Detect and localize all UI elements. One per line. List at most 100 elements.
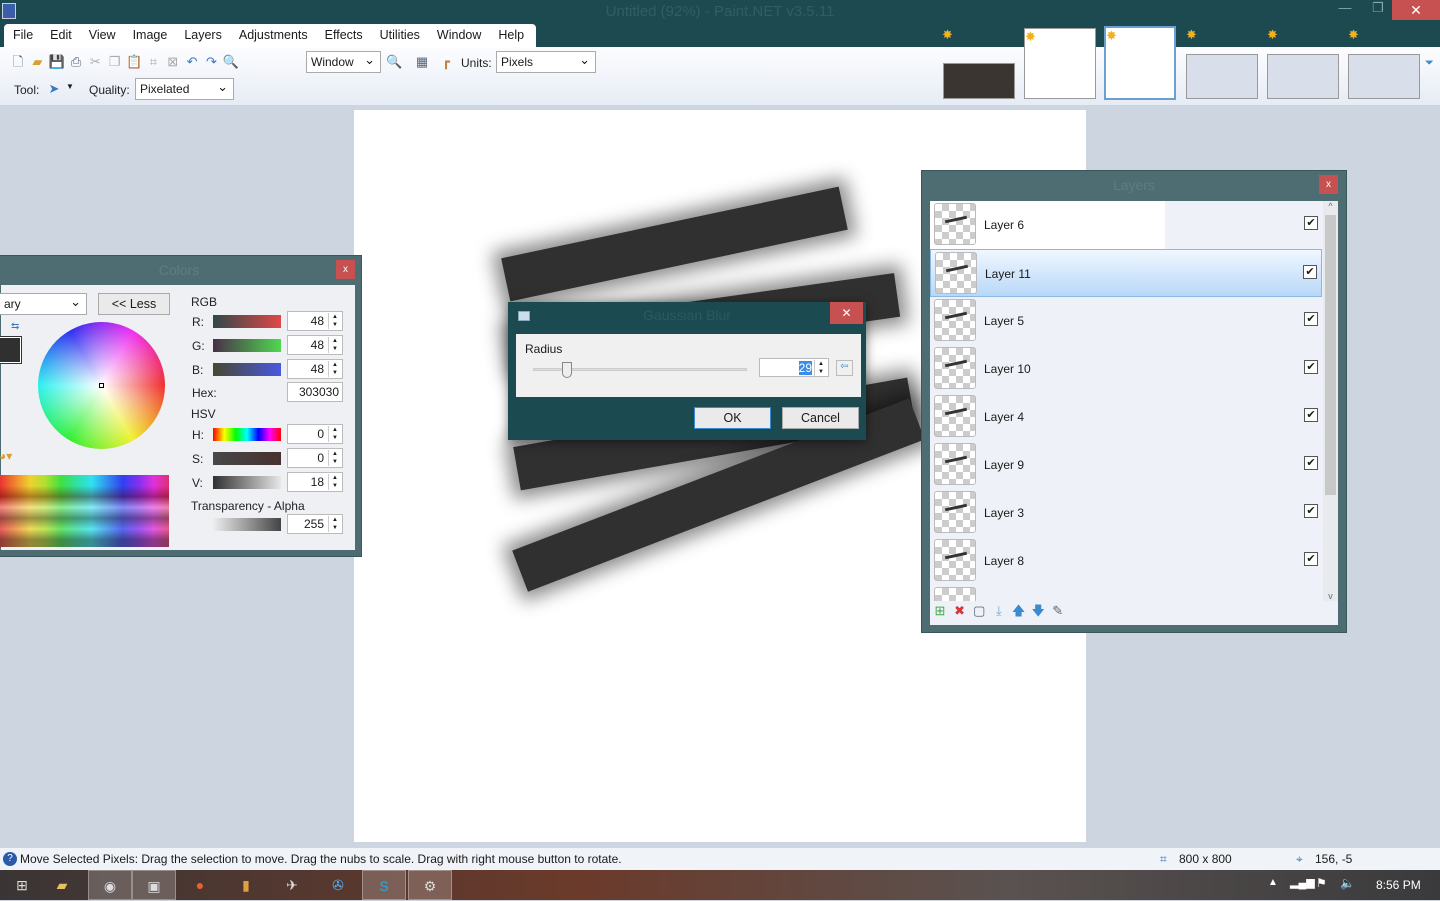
print-icon[interactable]: ⎙: [68, 54, 84, 70]
new-icon[interactable]: 🗋: [10, 54, 26, 70]
minimize-button[interactable]: —: [1335, 0, 1355, 20]
hex-input[interactable]: 303030: [287, 382, 343, 402]
layers-scrollbar[interactable]: ^ v: [1323, 201, 1338, 601]
add-layer-icon[interactable]: ⊞: [932, 603, 948, 619]
zoom-out-icon[interactable]: 🔍: [223, 54, 239, 70]
layer-visibility-checkbox[interactable]: ✔: [1304, 360, 1318, 374]
layers-close-button[interactable]: x: [1319, 175, 1338, 194]
alpha-input[interactable]: 255 ▲ ▼: [287, 514, 343, 534]
saturation-slider[interactable]: [213, 452, 281, 465]
merge-layer-down-icon[interactable]: ⤓: [991, 603, 1007, 619]
layer-visibility-checkbox[interactable]: ✔: [1304, 216, 1318, 230]
layer-visibility-checkbox[interactable]: ✔: [1304, 504, 1318, 518]
layer-row[interactable]: Layer 4 ✔: [930, 393, 1322, 441]
value-slider[interactable]: [213, 476, 281, 489]
image-tab-2[interactable]: ✸: [1024, 28, 1096, 99]
reset-radius-icon[interactable]: ⇦: [836, 360, 853, 376]
paint-net-icon[interactable]: ▣: [132, 870, 176, 900]
layer-visibility-checkbox[interactable]: ✔: [1304, 552, 1318, 566]
restore-button[interactable]: ❐: [1368, 0, 1388, 20]
file-explorer-icon[interactable]: ▰: [40, 870, 84, 900]
menu-edit[interactable]: Edit: [41, 24, 80, 42]
zoom-in-icon[interactable]: 🔍: [386, 54, 402, 70]
plane-icon[interactable]: ✈: [270, 870, 314, 900]
layer-visibility-checkbox[interactable]: ✔: [1303, 265, 1317, 279]
save-icon[interactable]: 💾: [49, 54, 65, 70]
image-tab-3-active[interactable]: ✸: [1104, 26, 1176, 100]
deselect-icon[interactable]: ⊠: [165, 54, 181, 70]
signal-icon[interactable]: ▂▄▆: [1290, 876, 1315, 889]
grid-icon[interactable]: ▦: [414, 54, 430, 70]
palette-icon[interactable]: ◕▾: [0, 449, 12, 463]
move-selection-tool-icon[interactable]: ➤: [46, 81, 62, 97]
less-button[interactable]: << Less: [98, 293, 170, 315]
blue-input[interactable]: 48 ▲ ▼: [287, 359, 343, 379]
alpha-slider[interactable]: [213, 518, 281, 531]
color-wheel-cursor[interactable]: [99, 383, 104, 388]
swap-colors-icon[interactable]: ⇆: [11, 321, 19, 332]
layer-row[interactable]: Layer 10 ✔: [930, 345, 1322, 393]
crop-icon[interactable]: ⌗: [145, 54, 161, 70]
saturation-input[interactable]: 0 ▲ ▼: [287, 448, 343, 468]
menu-image[interactable]: Image: [124, 24, 176, 42]
menu-window[interactable]: Window: [428, 24, 489, 42]
action-center-flag-icon[interactable]: ⚑: [1316, 876, 1327, 890]
cancel-button[interactable]: Cancel: [782, 407, 859, 429]
red-slider[interactable]: [213, 315, 281, 328]
network-app-icon[interactable]: ✇: [316, 870, 360, 900]
green-input[interactable]: 48 ▲ ▼: [287, 335, 343, 355]
volume-icon[interactable]: 🔈: [1340, 876, 1355, 890]
layer-row[interactable]: Layer 8 ✔: [930, 537, 1322, 585]
layer-row-partial[interactable]: [930, 585, 1322, 601]
copy-icon[interactable]: ❐: [107, 54, 123, 70]
close-window-button[interactable]: ✕: [1392, 0, 1440, 20]
menu-effects[interactable]: Effects: [316, 24, 371, 42]
green-slider[interactable]: [213, 339, 281, 352]
primary-color-swatch[interactable]: [0, 336, 22, 364]
move-layer-down-icon[interactable]: 🡇: [1030, 603, 1046, 619]
steam-icon[interactable]: ⚙: [408, 870, 452, 900]
chrome-icon[interactable]: ◉: [88, 870, 132, 900]
move-layer-up-icon[interactable]: 🡅: [1011, 603, 1027, 619]
thumbnail-overflow-icon[interactable]: ⏷: [1425, 57, 1434, 70]
colors-close-button[interactable]: x: [336, 260, 355, 279]
layer-row[interactable]: Layer 9 ✔: [930, 441, 1322, 489]
image-tab-6[interactable]: [1348, 54, 1420, 99]
quality-select[interactable]: Pixelated: [135, 78, 234, 100]
value-input[interactable]: 18 ▲ ▼: [287, 472, 343, 492]
menu-help[interactable]: Help: [489, 24, 532, 42]
layer-row[interactable]: Layer 5 ✔: [930, 297, 1322, 345]
image-tab-4[interactable]: [1186, 54, 1258, 99]
ok-button[interactable]: OK: [694, 407, 771, 429]
delete-layer-icon[interactable]: ✖: [952, 603, 968, 619]
cut-icon[interactable]: ✂: [87, 54, 103, 70]
menu-adjustments[interactable]: Adjustments: [230, 24, 316, 42]
duplicate-layer-icon[interactable]: ▢: [971, 603, 987, 619]
layer-visibility-checkbox[interactable]: ✔: [1304, 312, 1318, 326]
open-icon[interactable]: ▰: [29, 54, 45, 70]
tray-overflow-icon[interactable]: ▲: [1268, 877, 1278, 888]
hue-slider[interactable]: [213, 428, 281, 441]
tool-dropdown-icon[interactable]: ▼: [66, 82, 74, 91]
skype-icon[interactable]: S: [362, 870, 406, 900]
zoom-select[interactable]: Window: [306, 51, 381, 73]
radius-slider-thumb[interactable]: [562, 362, 572, 378]
undo-icon[interactable]: ↶: [184, 54, 200, 70]
layer-row[interactable]: Layer 11 ✔: [930, 249, 1322, 297]
layer-visibility-checkbox[interactable]: ✔: [1304, 456, 1318, 470]
menu-utilities[interactable]: Utilities: [371, 24, 428, 42]
layer-properties-icon[interactable]: ✎: [1050, 603, 1066, 619]
start-button[interactable]: ⊞: [0, 870, 44, 900]
paste-icon[interactable]: 📋: [126, 54, 142, 70]
clock[interactable]: 8:56 PM: [1376, 878, 1421, 892]
hue-input[interactable]: 0 ▲ ▼: [287, 424, 343, 444]
layer-visibility-checkbox[interactable]: ✔: [1304, 408, 1318, 422]
layer-row[interactable]: Layer 6 ✔: [930, 201, 1322, 249]
redo-icon[interactable]: ↷: [203, 54, 219, 70]
color-mode-select[interactable]: ary: [0, 293, 87, 315]
image-tab-5[interactable]: [1267, 54, 1339, 99]
film-icon[interactable]: ▮: [224, 870, 268, 900]
radius-input[interactable]: 29 ▲ ▼: [759, 358, 829, 377]
ruler-icon[interactable]: ┏: [438, 54, 454, 70]
blue-slider[interactable]: [213, 363, 281, 376]
